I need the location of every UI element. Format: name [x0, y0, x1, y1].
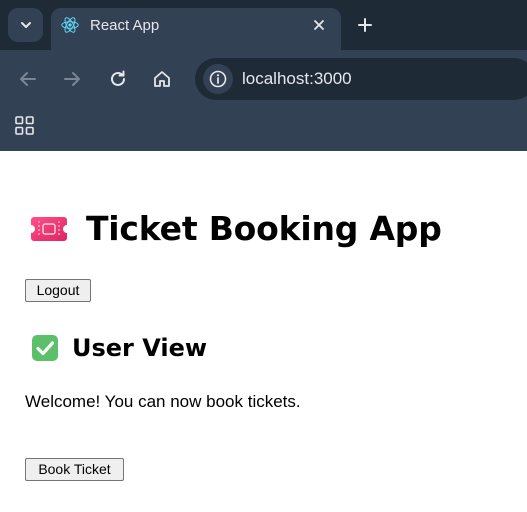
reload-icon [111, 70, 125, 86]
site-info-button[interactable] [203, 64, 233, 94]
close-tab-button[interactable] [311, 17, 327, 33]
ticket-icon [31, 217, 67, 241]
address-bar[interactable]: localhost:3000 [195, 58, 527, 100]
logout-button[interactable]: Logout [25, 279, 91, 302]
url-text: localhost:3000 [242, 69, 352, 88]
active-tab[interactable]: React App [51, 8, 341, 50]
tab-strip: React App [0, 0, 527, 50]
book-ticket-button[interactable]: Book Ticket [25, 458, 124, 481]
tab-search-button[interactable] [8, 8, 43, 42]
new-tab-button[interactable] [354, 14, 376, 36]
section-heading: User View [31, 331, 207, 365]
bookmarks-bar [0, 108, 527, 151]
plus-icon [358, 18, 372, 32]
page-heading: Ticket Booking App [86, 209, 442, 248]
tab-title: React App [90, 17, 160, 34]
forward-button[interactable] [60, 67, 84, 91]
reload-button[interactable] [106, 67, 130, 91]
arrow-right-icon [64, 72, 80, 86]
home-icon [154, 71, 170, 87]
welcome-message: Welcome! You can now book tickets. [25, 392, 301, 411]
back-button[interactable] [16, 67, 40, 91]
chevron-down-icon [20, 22, 31, 28]
section-heading-text: User View [72, 334, 208, 362]
check-mark-icon [32, 335, 58, 361]
close-icon [314, 20, 324, 30]
react-logo-icon [61, 17, 79, 33]
page-content: Ticket Booking App Logout User View Welc… [0, 151, 527, 512]
browser-toolbar: localhost:3000 [0, 50, 527, 108]
apps-grid-icon[interactable] [15, 116, 34, 135]
info-icon [209, 70, 227, 88]
home-button[interactable] [150, 67, 174, 91]
page-title: Ticket Booking App [30, 208, 442, 250]
arrow-left-icon [20, 72, 36, 86]
